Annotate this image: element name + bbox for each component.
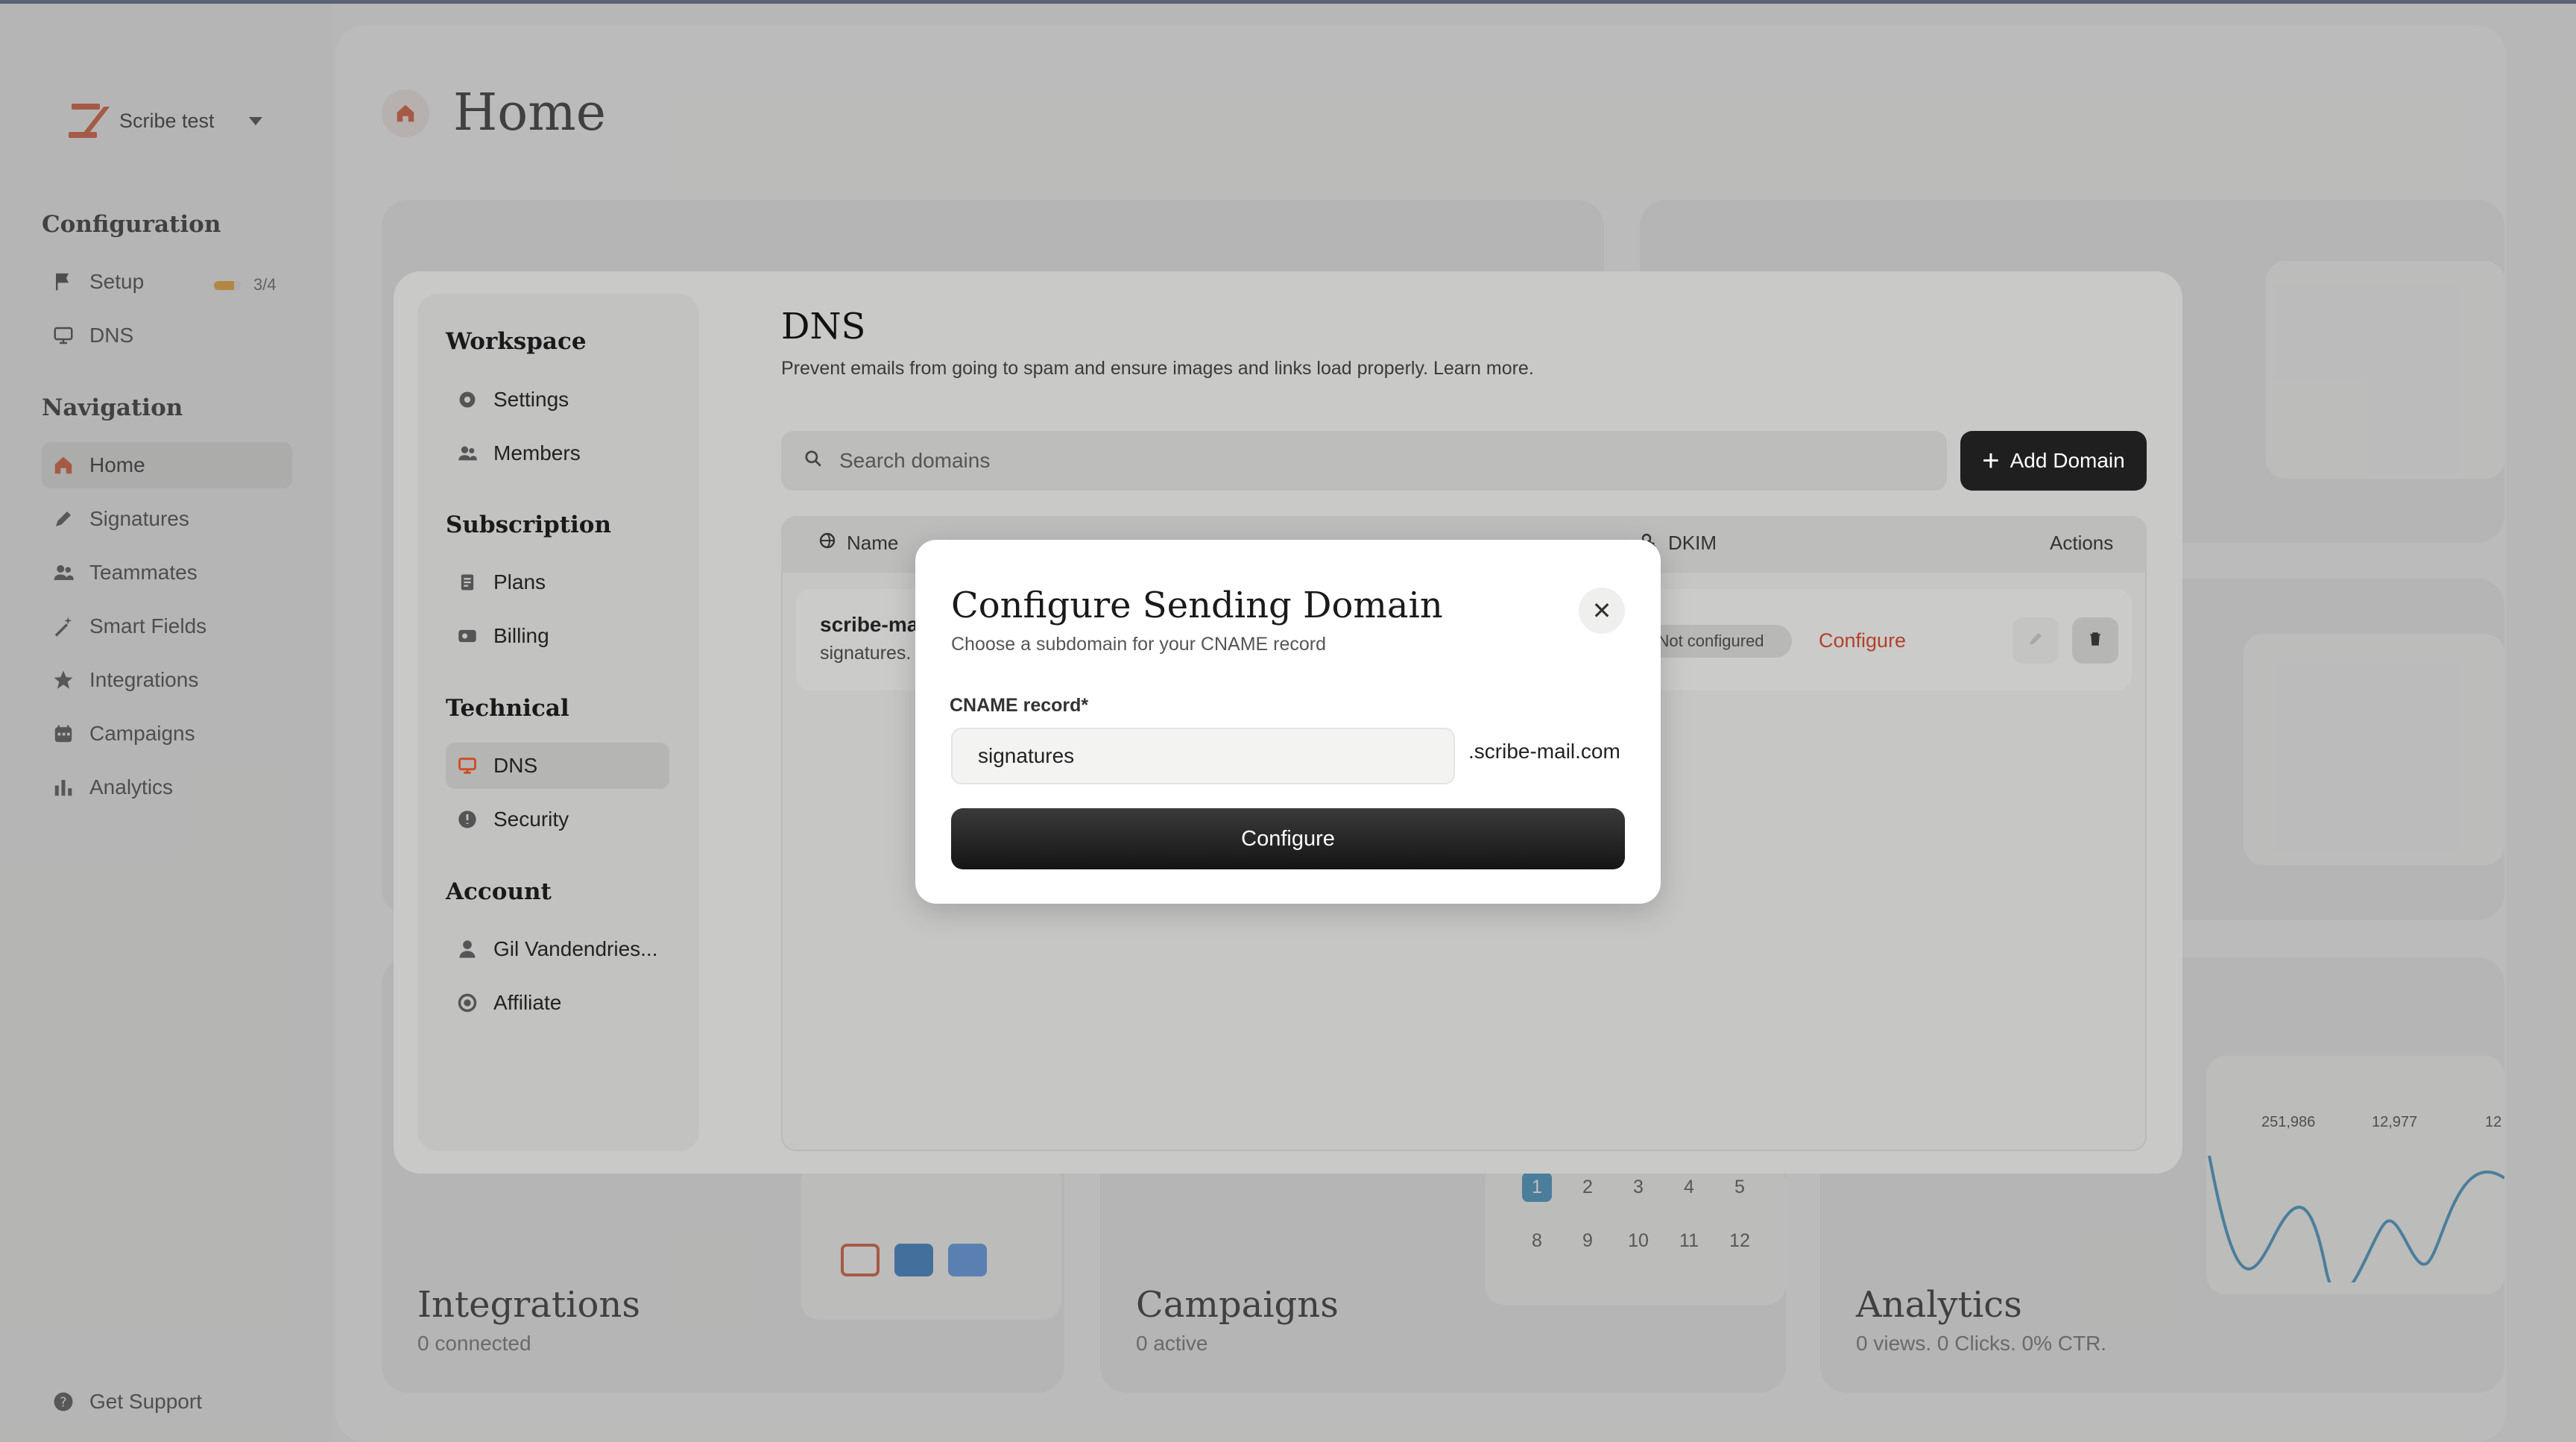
- settings-item-user[interactable]: Gil Vandendries...: [446, 926, 692, 972]
- settings-item-dns[interactable]: DNS: [446, 743, 669, 789]
- globe-icon: [818, 532, 836, 555]
- settings-item-label: Plans: [493, 570, 546, 594]
- column-label: DKIM: [1668, 532, 1717, 554]
- add-domain-button[interactable]: + Add Domain: [1960, 431, 2147, 491]
- settings-item-label: Security: [493, 807, 569, 831]
- modal-subtitle: Choose a subdomain for your CNAME record: [951, 634, 1327, 655]
- settings-item-members[interactable]: Members: [446, 430, 669, 476]
- domain-subdomain: signatures.: [820, 643, 912, 664]
- affiliate-icon: [456, 992, 479, 1014]
- group-workspace: Workspace: [446, 328, 587, 355]
- settings-item-label: Settings: [493, 388, 569, 411]
- settings-item-label: Billing: [493, 624, 549, 647]
- group-subscription: Subscription: [446, 511, 612, 538]
- delete-button[interactable]: [2072, 617, 2118, 664]
- settings-item-security[interactable]: Security: [446, 796, 669, 843]
- settings-item-affiliate[interactable]: Affiliate: [446, 980, 669, 1026]
- group-account: Account: [446, 878, 552, 905]
- close-button[interactable]: ✕: [1579, 588, 1625, 634]
- column-label: Name: [847, 532, 899, 554]
- group-technical: Technical: [446, 695, 569, 722]
- settings-item-label: Members: [493, 441, 581, 465]
- document-icon: [456, 571, 479, 594]
- edit-button[interactable]: [2012, 617, 2059, 664]
- trash-icon: [2086, 630, 2104, 652]
- close-icon: ✕: [1591, 597, 1612, 624]
- settings-item-label: Affiliate: [493, 991, 562, 1014]
- cname-input[interactable]: [951, 728, 1455, 784]
- column-label: Actions: [2050, 532, 2114, 554]
- pencil-icon: [2027, 630, 2045, 652]
- plus-icon: +: [1982, 444, 2000, 477]
- column-actions: Actions: [2050, 532, 2113, 555]
- domain-name: scribe-ma: [820, 613, 919, 636]
- shield-icon: [456, 808, 479, 831]
- configure-button[interactable]: Configure: [951, 808, 1625, 869]
- search-domains-input[interactable]: Search domains: [781, 431, 1947, 491]
- add-domain-label: Add Domain: [2010, 449, 2125, 472]
- settings-item-plans[interactable]: Plans: [446, 559, 669, 605]
- dns-description[interactable]: Prevent emails from going to spam and en…: [781, 358, 1534, 380]
- people-icon: [456, 442, 479, 465]
- settings-item-settings[interactable]: Settings: [446, 377, 669, 423]
- dns-title: DNS: [781, 306, 866, 347]
- dns-icon: [456, 755, 479, 777]
- gear-icon: [456, 388, 479, 411]
- user-icon: [456, 938, 479, 960]
- domain-suffix: .scribe-mail.com: [1468, 740, 1620, 763]
- configure-link[interactable]: Configure: [1819, 629, 1906, 652]
- credit-card-icon: [456, 625, 479, 647]
- settings-item-billing[interactable]: Billing: [446, 613, 669, 659]
- cname-label: CNAME record*: [950, 695, 1089, 716]
- settings-item-label: DNS: [493, 754, 538, 777]
- modal-title: Configure Sending Domain: [951, 585, 1443, 626]
- column-name[interactable]: Name: [818, 532, 898, 555]
- search-placeholder: Search domains: [839, 449, 991, 472]
- search-icon: [804, 449, 823, 473]
- settings-item-label: Gil Vandendries...: [493, 937, 658, 960]
